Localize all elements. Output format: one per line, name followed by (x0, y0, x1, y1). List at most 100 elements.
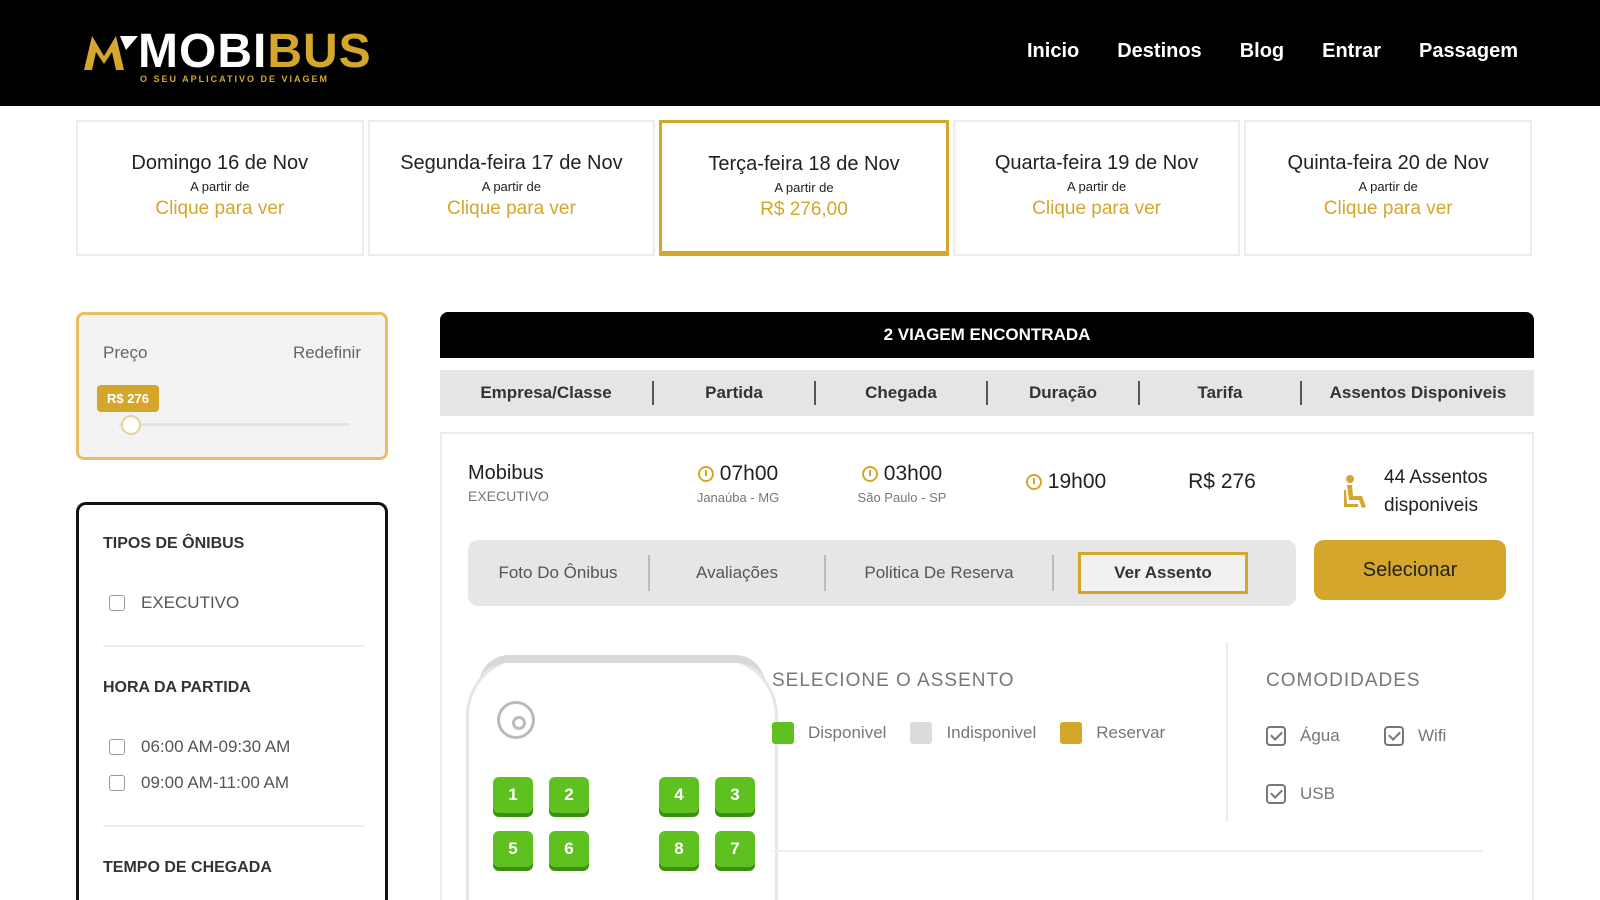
check-icon (1266, 784, 1286, 804)
divider (1226, 642, 1228, 822)
seat-icon (1344, 475, 1366, 508)
trip-duration: 19h00 (1047, 470, 1107, 493)
date-card-day: Quarta-feira 19 de Nov (994, 152, 1199, 174)
steering-wheel-icon (497, 701, 535, 739)
date-card-from: A partir de (190, 179, 250, 194)
filters-panel: TIPOS DE ÔNIBUS EXECUTIVO HORA DA PARTID… (76, 502, 388, 900)
tab-separator (1052, 555, 1054, 591)
legend-swatch (772, 722, 794, 744)
seat-7[interactable]: 7 (715, 831, 755, 867)
filter-option-executivo[interactable]: EXECUTIVO (109, 593, 239, 613)
seat-legend: Disponivel Indisponivel Reservar (772, 722, 1165, 744)
nav-link-destinos[interactable]: Destinos (1117, 40, 1201, 63)
amenities-title: COMODIDADES (1266, 670, 1421, 691)
nav-link-passagem[interactable]: Passagem (1419, 40, 1518, 63)
main-nav: Inicio Destinos Blog Entrar Passagem (1027, 40, 1518, 63)
checkbox[interactable] (109, 775, 125, 791)
column-header-empresa[interactable]: Empresa/Classe (440, 383, 652, 403)
arrival-time: 03h00 (883, 462, 943, 485)
date-card-17-nov[interactable]: Segunda-feira 17 de Nov A partir de Cliq… (367, 120, 656, 256)
date-card-from: A partir de (481, 179, 542, 194)
clock-icon (861, 466, 878, 482)
filter-option-label: 09:00 AM-11:00 AM (141, 773, 290, 792)
nav-link-entrar[interactable]: Entrar (1322, 40, 1381, 63)
date-card-day: Quinta-feira 20 de Nov (1287, 152, 1489, 174)
price-filter-label: Preço (103, 343, 148, 362)
seat-1[interactable]: 1 (493, 777, 533, 813)
seat-3[interactable]: 3 (715, 777, 755, 813)
seat-2[interactable]: 2 (549, 777, 589, 813)
date-card-18-nov-selected[interactable]: Terça-feira 18 de Nov A partir de R$ 276… (659, 120, 949, 256)
date-card-from: A partir de (1358, 179, 1418, 194)
date-card-16-nov[interactable]: Domingo 16 de Nov A partir de Clique par… (76, 120, 364, 256)
trip-detail-tabs: Foto Do Ônibus Avaliações Politica De Re… (468, 540, 1296, 606)
arrival-place: São Paulo - SP (857, 490, 947, 505)
seat-4[interactable]: 4 (659, 777, 699, 813)
date-card-price: Clique para ver (1032, 198, 1161, 219)
legend-swatch (1060, 722, 1083, 744)
tab-politica-reserva[interactable]: Politica De Reserva (826, 563, 1052, 583)
filter-option-departure-2[interactable]: 09:00 AM-11:00 AM (109, 773, 289, 793)
legend-label: Disponivel (808, 723, 887, 742)
logo-mark-icon (84, 36, 138, 70)
seats-available: 44 Assentos disponiveis (1342, 464, 1488, 520)
mobibus-logo[interactable]: MOBIBUS O SEU APLICATIVO DE VIAGEM (82, 26, 392, 86)
bus-windshield (479, 655, 765, 685)
column-header-chegada[interactable]: Chegada (816, 383, 986, 403)
legend-label: Reservar (1096, 723, 1166, 742)
date-card-day: Terça-feira 18 de Nov (708, 153, 900, 175)
filter-option-departure-1[interactable]: 06:00 AM-09:30 AM (109, 737, 290, 757)
top-navbar: MOBIBUS O SEU APLICATIVO DE VIAGEM Inici… (0, 0, 1600, 106)
select-trip-button[interactable]: Selecionar (1314, 540, 1506, 600)
select-seat-title: SELECIONE O ASSENTO (772, 670, 1015, 691)
date-card-19-nov[interactable]: Quarta-feira 19 de Nov A partir de Cliqu… (952, 120, 1241, 256)
filter-option-label: EXECUTIVO (141, 593, 240, 612)
nav-link-inicio[interactable]: Inicio (1027, 40, 1079, 63)
departure-title: HORA DA PARTIDA (103, 679, 251, 696)
column-header-assentos[interactable]: Assentos Disponiveis (1302, 383, 1534, 403)
amenity-label: Wifi (1418, 726, 1447, 745)
check-icon (1384, 726, 1404, 746)
checkbox[interactable] (109, 739, 125, 755)
divider (103, 825, 365, 827)
trip-fare: R$ 276 (1188, 470, 1256, 493)
date-selector: Domingo 16 de Nov A partir de Clique par… (76, 120, 1532, 258)
logo-wordmark: MOBIBUS (138, 25, 372, 78)
tab-foto-onibus[interactable]: Foto Do Ônibus (468, 563, 648, 583)
seat-5[interactable]: 5 (493, 831, 533, 867)
price-slider-track[interactable] (119, 423, 349, 426)
clock-icon (1025, 474, 1042, 490)
column-header-tarifa[interactable]: Tarifa (1140, 383, 1300, 403)
trip-card: Mobibus EXECUTIVO 07h00 Janaúba - MG 03h… (440, 432, 1534, 900)
seat-6[interactable]: 6 (549, 831, 589, 867)
price-slider-handle[interactable] (121, 415, 141, 435)
bus-seat-map: 1 2 4 3 5 6 8 7 (466, 655, 778, 900)
legend-unavailable: Indisponivel (910, 722, 1036, 744)
seat-8[interactable]: 8 (659, 831, 699, 867)
checkbox[interactable] (109, 595, 125, 611)
date-card-price: Clique para ver (155, 198, 285, 219)
arrival-title: TEMPO DE CHEGADA (103, 859, 272, 876)
date-card-20-nov[interactable]: Quinta-feira 20 de Nov A partir de Cliqu… (1244, 120, 1532, 256)
date-card-from: A partir de (774, 180, 834, 195)
price-slider-value: R$ 276 (97, 385, 159, 412)
check-icon (1266, 726, 1286, 746)
price-reset-link[interactable]: Redefinir (293, 343, 361, 363)
fare-cell: R$ 276 (1152, 470, 1292, 494)
divider (772, 850, 1482, 852)
divider (103, 645, 365, 647)
results-count-bar: 2 VIAGEM ENCONTRADA (440, 312, 1534, 358)
bus-types-title: TIPOS DE ÔNIBUS (103, 535, 245, 552)
seats-count: 44 Assentos (1384, 467, 1488, 488)
date-card-price: Clique para ver (446, 198, 576, 219)
seats-label: disponiveis (1384, 495, 1478, 516)
tab-ver-assento[interactable]: Ver Assento (1078, 552, 1248, 594)
tab-avaliacoes[interactable]: Avaliações (650, 563, 824, 583)
amenity-usb: USB (1266, 784, 1335, 804)
nav-link-blog[interactable]: Blog (1240, 40, 1284, 63)
price-filter: Preço Redefinir R$ 276 (76, 312, 388, 460)
company-name: Mobibus (468, 462, 544, 484)
column-header-duracao[interactable]: Duração (988, 383, 1138, 403)
bus-class: EXECUTIVO (468, 488, 549, 504)
column-header-partida[interactable]: Partida (654, 383, 814, 403)
